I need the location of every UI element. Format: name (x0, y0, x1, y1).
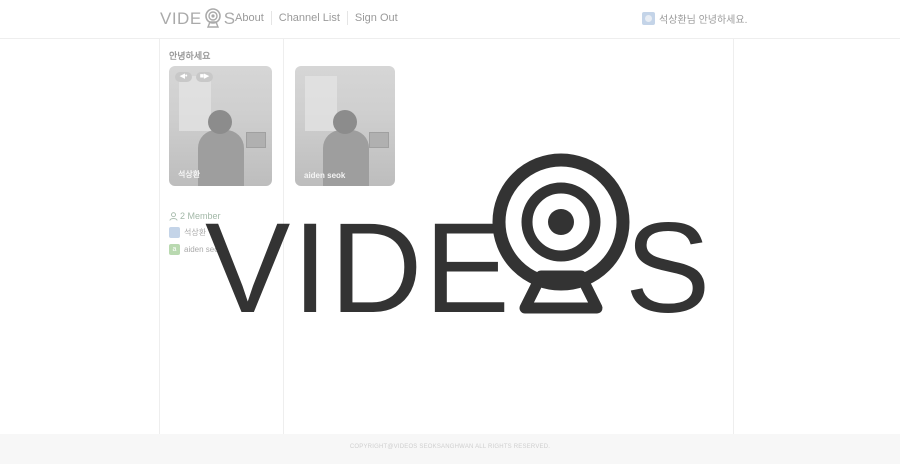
user-greeting: 석상환님 안녕하세요. (642, 11, 747, 26)
brand-logo[interactable]: VIDE S (160, 8, 236, 30)
video-background (179, 76, 211, 131)
mute-audio-button[interactable]: ◀• (175, 72, 192, 82)
page-footer: COPYRIGHT@VIDEOS SEOKSANGHWAN ALL RIGHTS… (0, 434, 900, 464)
user-avatar-icon (642, 12, 655, 25)
webcam-icon (204, 8, 221, 28)
avatar: a (169, 244, 180, 255)
avatar-icon (169, 227, 180, 238)
video-background (246, 132, 266, 148)
overlay-text-right: S (625, 197, 705, 320)
video-person (333, 110, 357, 134)
toggle-video-button[interactable]: ■▶ (196, 72, 213, 82)
top-navbar: VIDE S About Channel List Sign Out 석상환님 … (0, 0, 900, 39)
nav-channel-list-link[interactable]: Channel List (272, 11, 348, 25)
content-divider (733, 39, 734, 434)
tile-name: 석상환 (178, 170, 201, 179)
room-title: 안녕하세요 (169, 51, 211, 61)
greeting-text: 석상환님 안녕하세요. (659, 15, 748, 26)
video-background (369, 132, 389, 148)
nav-about-link[interactable]: About (235, 11, 272, 25)
copyright-text: COPYRIGHT@VIDEOS SEOKSANGHWAN ALL RIGHTS… (349, 444, 551, 450)
logo-text-right: S (223, 9, 236, 28)
user-icon (169, 211, 178, 221)
logo-text-left: VIDE (160, 9, 202, 28)
video-person (208, 110, 233, 134)
main-nav: About Channel List Sign Out (235, 11, 405, 25)
videos-logo-overlay: VIDE S (205, 153, 705, 320)
nav-sign-out-link[interactable]: Sign Out (348, 11, 405, 25)
overlay-text-left: VIDE (205, 197, 512, 320)
webcam-icon (492, 153, 630, 314)
member-name: 석상환 (184, 228, 207, 237)
